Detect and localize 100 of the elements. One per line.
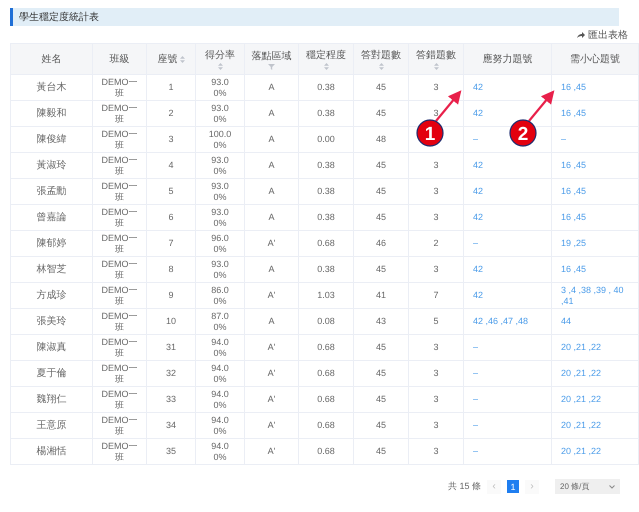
table-cell: 43: [376, 316, 386, 326]
table-cell: 2: [168, 108, 174, 118]
table-cell: 1.03: [317, 290, 335, 300]
question-link[interactable]: –: [473, 446, 478, 457]
table-cell: 魏翔仁: [36, 394, 66, 405]
question-link[interactable]: –: [473, 238, 478, 249]
table-cell: 方成珍: [36, 290, 66, 301]
question-link[interactable]: –: [473, 368, 478, 379]
table-cell: 35: [166, 446, 176, 456]
table-cell: DEMO一班: [100, 232, 138, 254]
sort-icon[interactable]: [180, 56, 184, 62]
question-link[interactable]: 16 ,45: [561, 160, 586, 171]
column-header[interactable]: 班級: [92, 44, 146, 74]
table-cell: 0.38: [317, 186, 335, 196]
table-cell: 5: [433, 316, 438, 326]
table-cell: 黃淑玲: [36, 160, 66, 171]
table-cell: DEMO一班: [100, 284, 138, 306]
question-link[interactable]: 20 ,21 ,22: [561, 394, 602, 405]
table-cell: 0.68: [317, 238, 335, 248]
column-header[interactable]: 應努力題號: [464, 44, 552, 74]
table-cell: A': [268, 420, 276, 430]
table-cell: A': [268, 290, 276, 300]
sort-icon[interactable]: [218, 63, 222, 70]
callout-badge: 2: [509, 119, 537, 147]
table-cell: 45: [376, 368, 386, 378]
table-cell-text: 94.00%: [210, 362, 230, 384]
table-cell: 陳毅和: [36, 108, 66, 119]
table-cell: DEMO一班: [100, 180, 138, 202]
column-header[interactable]: 落點區域: [244, 44, 298, 74]
question-link[interactable]: 20 ,21 ,22: [561, 420, 602, 431]
question-link[interactable]: 42: [473, 160, 484, 171]
table-cell: 5: [168, 186, 174, 196]
next-page-button[interactable]: ›: [525, 480, 539, 494]
table-cell: 張美玲: [36, 316, 66, 327]
table-cell: 3: [433, 368, 438, 378]
question-link[interactable]: –: [473, 134, 478, 145]
table-cell: 0.38: [317, 82, 335, 92]
question-link[interactable]: 16 ,45: [561, 212, 586, 223]
table-cell: A: [268, 134, 274, 144]
table-cell: A: [268, 212, 274, 222]
table-cell: 3: [433, 186, 438, 196]
table-cell: 8: [168, 264, 174, 274]
question-link[interactable]: 20 ,21 ,22: [561, 446, 602, 457]
table-cell-text: 93.00%: [210, 76, 230, 98]
column-header[interactable]: 答錯題數: [408, 44, 464, 74]
table-cell: 0.38: [317, 160, 335, 170]
page-size-select[interactable]: 20 條/頁: [555, 479, 620, 494]
table-cell: 45: [376, 264, 386, 274]
column-header[interactable]: 姓名: [10, 44, 92, 74]
table-cell: 7: [168, 238, 174, 248]
table-cell: 45: [376, 108, 386, 118]
question-link[interactable]: 42: [473, 186, 484, 197]
question-link[interactable]: 20 ,21 ,22: [561, 368, 602, 379]
question-link[interactable]: 42: [473, 264, 484, 275]
table-cell: 45: [376, 446, 386, 456]
question-link[interactable]: –: [473, 420, 478, 431]
sort-icon[interactable]: [434, 63, 438, 70]
question-link[interactable]: 42: [473, 82, 484, 93]
column-header[interactable]: 座號: [146, 44, 196, 74]
question-link[interactable]: 44: [561, 316, 572, 327]
export-link[interactable]: 匯出表格: [577, 28, 628, 42]
sort-icon[interactable]: [324, 63, 328, 70]
filter-icon[interactable]: [268, 64, 275, 70]
page-button[interactable]: 1: [507, 480, 519, 493]
table-cell: 0.68: [317, 446, 335, 456]
table-cell: 0.38: [317, 108, 335, 118]
callout-arrow: [435, 90, 462, 122]
column-header[interactable]: 穩定程度: [298, 44, 354, 74]
table-cell: 1: [168, 82, 174, 92]
table-cell: 3: [433, 160, 438, 170]
table-cell: DEMO一班: [100, 440, 138, 462]
table-cell-text: 94.00%: [210, 336, 230, 358]
column-header[interactable]: 需小心題號: [552, 44, 638, 74]
table-cell-text: 94.00%: [210, 440, 230, 462]
table-cell: 曾嘉論: [36, 212, 66, 223]
question-link[interactable]: 20 ,21 ,22: [561, 342, 602, 353]
table-cell: 3: [433, 446, 438, 456]
question-link[interactable]: –: [561, 134, 566, 145]
table-cell: A: [268, 264, 274, 274]
question-link[interactable]: 16 ,45: [561, 186, 586, 197]
question-link[interactable]: 42: [473, 212, 484, 223]
column-header[interactable]: 得分率: [196, 44, 244, 74]
question-link[interactable]: 42: [473, 290, 484, 301]
question-link[interactable]: –: [473, 394, 478, 405]
question-link[interactable]: –: [473, 342, 478, 353]
question-link[interactable]: 16 ,45: [561, 82, 586, 93]
question-link[interactable]: 19 ,25: [561, 238, 586, 249]
question-link[interactable]: 42: [473, 108, 484, 119]
table-cell: A: [268, 160, 274, 170]
column-header[interactable]: 答對題數: [354, 44, 408, 74]
question-link[interactable]: 16 ,45: [561, 264, 586, 275]
question-link[interactable]: 16 ,45: [561, 108, 586, 119]
table-cell: 王意原: [36, 420, 66, 431]
table-cell: 3: [433, 82, 438, 92]
prev-page-button[interactable]: ‹: [487, 480, 501, 494]
table-cell-text: 93.00%: [210, 154, 230, 176]
table-cell: A: [268, 186, 274, 196]
sort-icon[interactable]: [378, 63, 384, 70]
table-cell: DEMO一班: [100, 206, 138, 228]
table-cell: A': [268, 394, 276, 404]
